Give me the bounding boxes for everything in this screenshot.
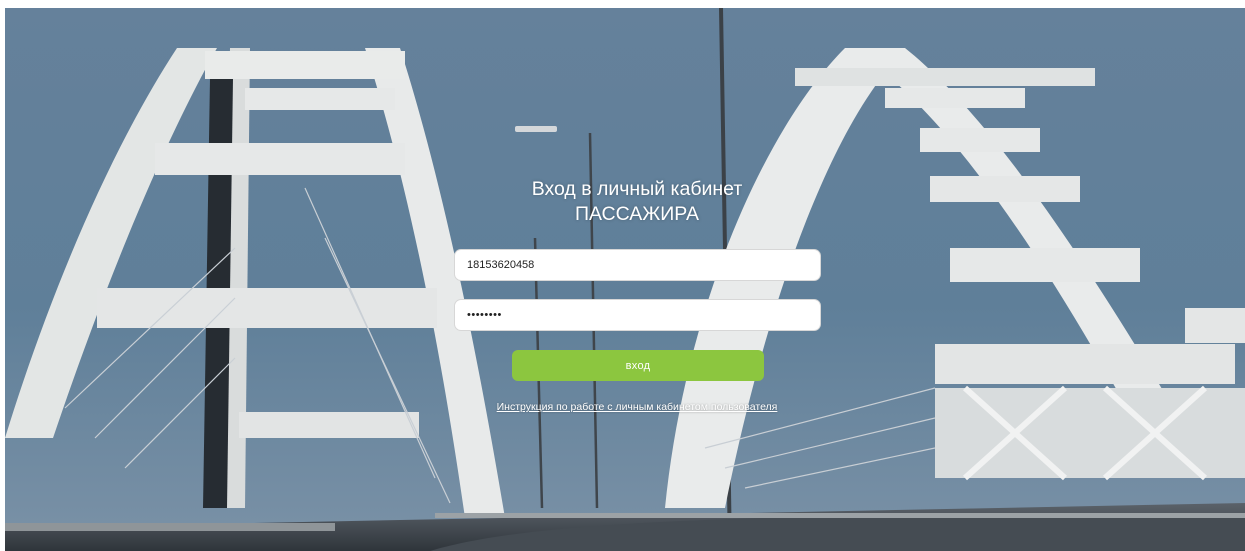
instructions-link[interactable]: Инструкция по работе с личным кабинетом … xyxy=(437,401,837,413)
title-line-2: ПАССАЖИРА xyxy=(574,203,700,225)
login-form: Вход в личный кабинет ПАССАЖИРА вход Инс… xyxy=(0,0,1245,551)
login-input[interactable] xyxy=(454,249,821,281)
login-button[interactable]: вход xyxy=(512,350,764,381)
page-title: Вход в личный кабинет ПАССАЖИРА xyxy=(437,177,837,227)
title-line-1: Вход в личный кабинет xyxy=(531,178,743,200)
login-screen: Вход в личный кабинет ПАССАЖИРА вход Инс… xyxy=(0,0,1245,551)
password-input[interactable] xyxy=(454,299,821,331)
